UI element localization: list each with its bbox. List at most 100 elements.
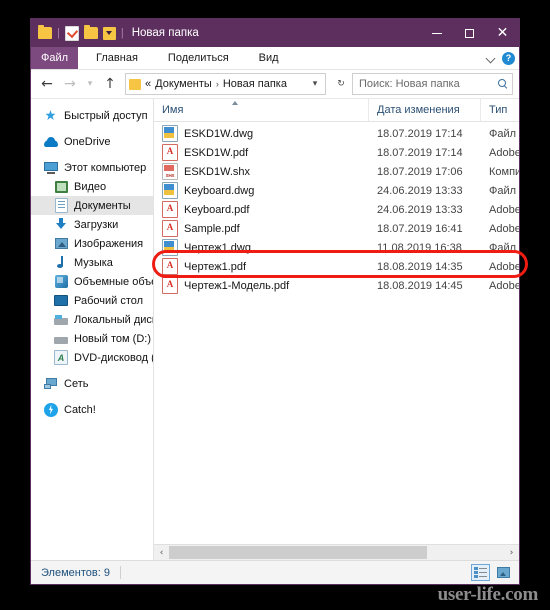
breadcrumb-item-new-folder[interactable]: Новая папка <box>223 78 287 90</box>
pdf-file-icon <box>162 258 178 275</box>
file-type-cell: Adobe A <box>489 279 519 292</box>
table-row[interactable]: Keyboard.pdf 24.06.2019 13:33 Adobe A <box>154 200 519 219</box>
sidebar-item-label: Музыка <box>74 256 113 269</box>
sidebar-item-network[interactable]: Сеть <box>31 374 153 393</box>
large-icons-view-icon <box>497 567 510 578</box>
breadcrumb: « Документы › Новая папка <box>145 78 307 90</box>
column-header-type[interactable]: Тип <box>481 99 519 121</box>
sidebar-item-local-disk-c[interactable]: Локальный диск (С <box>31 310 153 329</box>
address-bar[interactable]: « Документы › Новая папка ▾ <box>125 73 326 95</box>
file-date-cell: 18.07.2019 17:14 <box>377 146 463 159</box>
pdf-file-icon <box>162 220 178 237</box>
help-icon[interactable]: ? <box>502 51 515 65</box>
sidebar-item-desktop[interactable]: Рабочий стол <box>31 291 153 310</box>
sidebar-item-label: Catch! <box>64 403 96 416</box>
refresh-icon[interactable]: ↻ <box>333 79 349 89</box>
close-button[interactable]: ✕ <box>486 19 519 47</box>
sidebar-item-this-pc[interactable]: Этот компьютер <box>31 158 153 177</box>
table-row[interactable]: Чертеж1.dwg 11.08.2019 16:38 Файл "D <box>154 238 519 257</box>
scroll-right-button[interactable]: › <box>504 545 519 560</box>
file-name-cell: ESKD1W.dwg <box>154 125 369 142</box>
table-row[interactable]: Keyboard.dwg 24.06.2019 13:33 Файл "D <box>154 181 519 200</box>
cloud-icon <box>43 134 59 150</box>
downloads-icon <box>53 217 69 233</box>
scroll-left-button[interactable]: ‹ <box>154 545 169 560</box>
documents-icon <box>53 198 69 214</box>
recent-locations-icon[interactable]: ▾ <box>83 73 97 95</box>
sidebar-item-catch[interactable]: Catch! <box>31 400 153 419</box>
title-bar: | | Новая папка ✕ <box>31 19 519 47</box>
minimize-button[interactable] <box>420 19 453 47</box>
search-icon <box>497 78 509 90</box>
table-row[interactable]: ESKD1W.pdf 18.07.2019 17:14 Adobe A <box>154 143 519 162</box>
sidebar-item-documents[interactable]: Документы <box>31 196 153 215</box>
forward-arrow-icon[interactable]: → <box>60 73 80 95</box>
table-row[interactable]: Sample.pdf 18.07.2019 16:41 Adobe A <box>154 219 519 238</box>
maximize-icon <box>465 28 474 38</box>
watermark: user-life.com <box>437 584 539 605</box>
search-box[interactable]: Поиск: Новая папка <box>352 73 513 95</box>
file-name-label: ESKD1W.pdf <box>184 146 249 159</box>
sidebar-item-downloads[interactable]: Загрузки <box>31 215 153 234</box>
column-headers: Имя Дата изменения Тип <box>154 99 519 122</box>
sidebar-item-dvd-drive-e[interactable]: A DVD-дисковод (E:) <box>31 348 153 367</box>
tab-file[interactable]: Файл <box>31 47 79 69</box>
pdf-file-icon <box>162 277 178 294</box>
breadcrumb-overflow[interactable]: « <box>145 78 151 90</box>
horizontal-scrollbar[interactable]: ‹ › <box>154 544 519 560</box>
tab-home[interactable]: Главная <box>84 47 150 69</box>
file-type-cell: Adobe A <box>489 260 519 273</box>
sidebar-item-onedrive[interactable]: OneDrive <box>31 132 153 151</box>
sidebar-item-3d-objects[interactable]: Объемные объект <box>31 272 153 291</box>
properties-icon[interactable] <box>64 25 79 41</box>
quick-access-toolbar: | | <box>31 25 124 41</box>
table-row[interactable]: Чертеж1.pdf 18.08.2019 14:35 Adobe A <box>154 257 519 276</box>
sidebar-item-label: Документы <box>74 199 131 212</box>
tab-view[interactable]: Вид <box>247 47 291 69</box>
scrollbar-thumb[interactable] <box>169 546 427 559</box>
table-row[interactable]: ESKD1W.shx 18.07.2019 17:06 Компил <box>154 162 519 181</box>
large-icons-view-button[interactable] <box>494 564 513 581</box>
file-date-cell: 18.07.2019 16:41 <box>377 222 463 235</box>
file-type-cell: Файл "D <box>489 241 519 254</box>
sort-ascending-icon <box>232 101 239 105</box>
breadcrumb-separator-1: › <box>215 79 219 89</box>
details-view-button[interactable] <box>471 564 490 581</box>
tab-share[interactable]: Поделиться <box>156 47 241 69</box>
table-row[interactable]: ESKD1W.dwg 18.07.2019 17:14 Файл "D <box>154 124 519 143</box>
scrollbar-track[interactable] <box>169 545 504 560</box>
screenshot-root: | | Новая папка ✕ Файл Главная Поделитьс… <box>0 0 550 610</box>
sidebar-item-pictures[interactable]: Изображения <box>31 234 153 253</box>
folder-icon[interactable] <box>38 25 52 39</box>
up-arrow-icon[interactable]: ↑ <box>100 73 120 95</box>
file-name-cell: Чертеж1.dwg <box>154 239 369 256</box>
column-header-name[interactable]: Имя <box>154 99 369 121</box>
customize-quick-access-icon[interactable] <box>102 26 116 40</box>
maximize-button[interactable] <box>453 19 486 47</box>
back-arrow-icon[interactable]: ← <box>37 73 57 95</box>
file-name-cell: ESKD1W.pdf <box>154 144 369 161</box>
chevron-down-icon[interactable] <box>487 54 495 62</box>
breadcrumb-item-documents[interactable]: Документы <box>155 78 212 90</box>
pdf-file-icon <box>162 144 178 161</box>
new-folder-icon[interactable] <box>83 25 98 39</box>
music-icon <box>53 255 69 271</box>
file-type-cell: Adobe A <box>489 222 519 235</box>
desktop-icon <box>53 293 69 309</box>
column-header-date[interactable]: Дата изменения <box>369 99 481 121</box>
column-header-name-label: Имя <box>162 104 184 116</box>
sidebar-item-quick-access[interactable]: Быстрый доступ <box>31 106 153 125</box>
sidebar-item-videos[interactable]: Видео <box>31 177 153 196</box>
address-dropdown-icon[interactable]: ▾ <box>307 79 323 89</box>
pictures-icon <box>53 236 69 252</box>
sidebar-item-label: Быстрый доступ <box>64 109 148 122</box>
sidebar-item-new-volume-d[interactable]: Новый том (D:) <box>31 329 153 348</box>
file-explorer-window: | | Новая папка ✕ Файл Главная Поделитьс… <box>30 18 520 585</box>
navigation-pane: Быстрый доступ OneDrive Этот компьютер В… <box>31 99 154 560</box>
pin-icon <box>43 108 59 124</box>
hard-drive-icon <box>53 312 69 328</box>
table-row-highlighted[interactable]: Чертеж1-Модель.pdf 18.08.2019 14:45 Adob… <box>154 276 519 295</box>
file-name-cell: Чертеж1.pdf <box>154 258 369 275</box>
sidebar-item-music[interactable]: Музыка <box>31 253 153 272</box>
search-input[interactable]: Поиск: Новая папка <box>359 78 497 90</box>
